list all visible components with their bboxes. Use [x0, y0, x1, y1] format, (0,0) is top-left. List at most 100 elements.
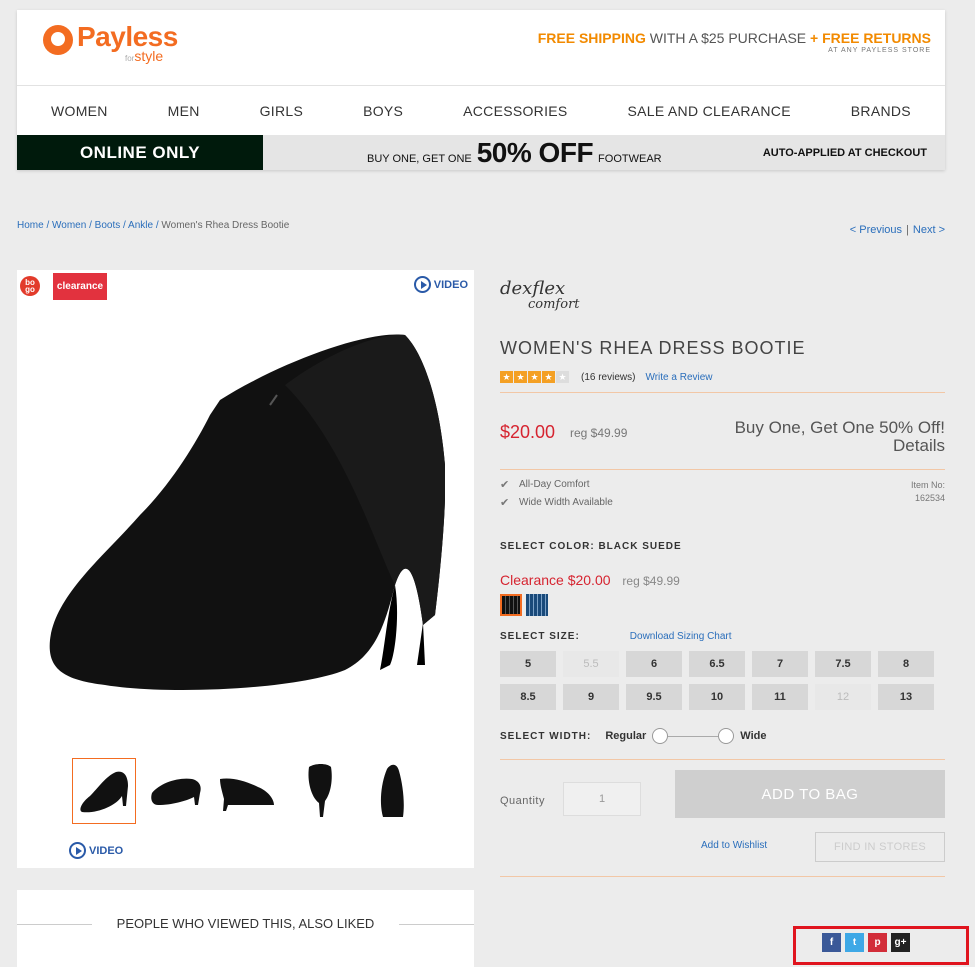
site-header: Payless forstyle FREE SHIPPING WITH A $2…	[17, 10, 945, 170]
nav-accessories[interactable]: ACCESSORIES	[463, 103, 567, 119]
item-number-label: Item No:	[910, 480, 945, 490]
brand-logo[interactable]: dexflex comfort	[500, 280, 945, 312]
thumbnail-1[interactable]	[72, 758, 136, 824]
size-option: 12	[815, 684, 871, 710]
write-review-link[interactable]: Write a Review	[645, 372, 712, 383]
facebook-icon[interactable]: f	[822, 933, 841, 952]
color-swatches	[500, 594, 945, 616]
quantity-input[interactable]: 1	[563, 782, 641, 816]
nav-boys[interactable]: BOYS	[363, 103, 403, 119]
breadcrumb-boots[interactable]: Boots	[95, 220, 121, 231]
payless-logo[interactable]: Payless forstyle	[43, 23, 178, 63]
banner-discount: 50% OFF	[476, 136, 594, 168]
google-plus-icon[interactable]: g+	[891, 933, 910, 952]
main-nav: WOMEN MEN GIRLS BOYS ACCESSORIES SALE AN…	[17, 85, 945, 135]
pinterest-icon[interactable]: p	[868, 933, 887, 952]
thumbnail-5[interactable]	[360, 758, 424, 824]
feature-item: ✔ Wide Width Available	[500, 497, 945, 508]
sizing-chart-link[interactable]: Download Sizing Chart	[630, 631, 732, 642]
width-regular-radio[interactable]	[652, 728, 669, 744]
logo-word: Payless	[77, 21, 178, 52]
size-option[interactable]: 8	[878, 651, 934, 677]
product-image-panel: bo go clearance VIDEO VIDEO	[17, 270, 474, 868]
width-selector: SELECT WIDTH: Regular Wide	[500, 728, 945, 744]
size-option[interactable]: 10	[689, 684, 745, 710]
breadcrumb-current: Women's Rhea Dress Bootie	[161, 220, 290, 231]
width-slider[interactable]	[652, 728, 735, 744]
quantity-label: Quantity	[500, 795, 545, 807]
nav-brands[interactable]: BRANDS	[851, 103, 911, 119]
free-shipping-text: FREE SHIPPING	[537, 30, 646, 46]
divider	[500, 876, 945, 877]
also-liked-title: PEOPLE WHO VIEWED THIS, ALSO LIKED	[17, 916, 474, 931]
review-count[interactable]: (16 reviews)	[581, 372, 635, 383]
size-option[interactable]: 7	[752, 651, 808, 677]
previous-link[interactable]: < Previous	[850, 224, 902, 236]
check-icon: ✔	[500, 496, 510, 509]
shipping-promo[interactable]: FREE SHIPPING WITH A $25 PURCHASE + FREE…	[538, 30, 931, 54]
wishlist-row: Add to Wishlist FIND IN STORES	[500, 830, 945, 870]
size-option[interactable]: 11	[752, 684, 808, 710]
breadcrumb-women[interactable]: Women	[52, 220, 86, 231]
regular-price: reg $49.99	[570, 426, 628, 440]
find-in-stores-button[interactable]: FIND IN STORES	[815, 832, 945, 862]
sale-price: $20.00	[500, 422, 556, 442]
divider	[500, 759, 945, 760]
next-link[interactable]: Next >	[913, 224, 945, 236]
thumbnail-3[interactable]	[216, 758, 280, 824]
add-to-wishlist-link[interactable]: Add to Wishlist	[701, 840, 767, 851]
size-option[interactable]: 6.5	[689, 651, 745, 677]
star-icon: ★	[542, 371, 555, 383]
thumbnail-2[interactable]	[144, 758, 208, 824]
divider	[500, 392, 945, 393]
size-option[interactable]: 9.5	[626, 684, 682, 710]
feature-label: All-Day Comfort	[519, 479, 590, 490]
shipping-threshold: WITH A $25 PURCHASE	[649, 30, 807, 46]
thumbnail-image	[220, 778, 274, 811]
main-product-image[interactable]	[45, 325, 445, 695]
item-number-value: 162534	[914, 492, 945, 503]
bogo-offer[interactable]: Buy One, Get One 50% Off! Details	[735, 419, 945, 455]
swatch-black-suede[interactable]	[500, 594, 522, 616]
star-icon: ★	[528, 371, 541, 383]
nav-sale-clearance[interactable]: SALE AND CLEARANCE	[628, 103, 791, 119]
swatch-navy[interactable]	[526, 594, 548, 616]
nav-girls[interactable]: GIRLS	[260, 103, 304, 119]
width-slider-track	[668, 735, 719, 737]
breadcrumb-home[interactable]: Home	[17, 220, 44, 231]
size-grid: 5 5.5 6 6.5 7 7.5 8 8.5 9 9.5 10 11 12 13	[500, 651, 945, 710]
logo-sub: style	[134, 48, 164, 64]
logo-small: for	[125, 54, 135, 63]
thumbnail-image	[80, 771, 128, 813]
promo-banner[interactable]: ONLINE ONLY BUY ONE, GET ONE 50% OFF FOO…	[17, 135, 945, 170]
item-number: Item No: 162534	[911, 479, 945, 504]
breadcrumb-ankle[interactable]: Ankle	[128, 220, 153, 231]
add-to-bag-button[interactable]: ADD TO BAG	[675, 770, 945, 818]
size-option[interactable]: 13	[878, 684, 934, 710]
size-option[interactable]: 5	[500, 651, 556, 677]
size-option[interactable]: 9	[563, 684, 619, 710]
banner-post-text: FOOTWEAR	[598, 152, 662, 165]
nav-women[interactable]: WOMEN	[51, 103, 108, 119]
online-only-label: ONLINE ONLY	[17, 135, 263, 170]
bogo-details-link[interactable]: Details	[735, 436, 945, 455]
size-option[interactable]: 8.5	[500, 684, 556, 710]
price-row: $20.00 reg $49.99 Buy One, Get One 50% O…	[500, 402, 945, 460]
product-title: WOMEN'S RHEA DRESS BOOTIE	[500, 338, 806, 358]
divider	[500, 469, 945, 470]
size-option[interactable]: 7.5	[815, 651, 871, 677]
prev-next-sep: |	[906, 224, 909, 236]
nav-men[interactable]: MEN	[168, 103, 200, 119]
product-info: dexflex comfort WOMEN'S RHEA DRESS BOOTI…	[500, 270, 945, 886]
breadcrumb-sep: /	[86, 220, 95, 231]
width-wide-radio[interactable]	[718, 728, 735, 744]
twitter-icon[interactable]: t	[845, 933, 864, 952]
video-link-top[interactable]: VIDEO	[413, 276, 468, 293]
banner-pre-text: BUY ONE, GET ONE	[367, 152, 472, 165]
size-header: SELECT SIZE: Download Sizing Chart	[500, 631, 945, 642]
size-option[interactable]: 6	[626, 651, 682, 677]
banner-auto-applied: AUTO-APPLIED AT CHECKOUT	[762, 146, 927, 159]
clearance-regular-price: reg $49.99	[622, 574, 680, 588]
thumbnail-4[interactable]	[288, 758, 352, 824]
video-link-bottom[interactable]: VIDEO	[69, 842, 123, 859]
